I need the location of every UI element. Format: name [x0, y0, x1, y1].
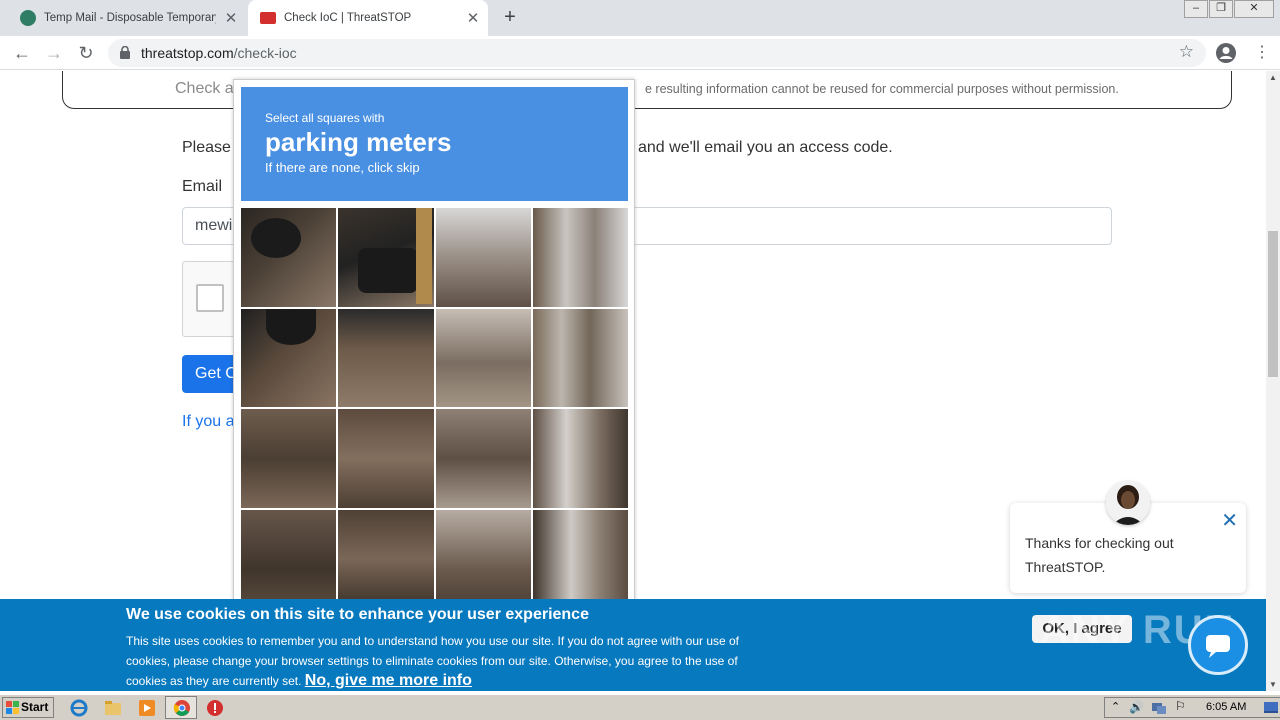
volume-icon[interactable]: 🔊: [1129, 700, 1144, 714]
intro-text-start: Please: [182, 139, 231, 156]
captcha-hint: If there are none, click skip: [265, 160, 420, 175]
forward-arrow-icon[interactable]: →: [42, 41, 66, 65]
captcha-instruction: Select all squares with: [265, 111, 385, 125]
captcha-tile[interactable]: [241, 308, 337, 407]
tab-temp-mail[interactable]: Temp Mail - Disposable Temporary E ✕: [8, 0, 246, 36]
close-tab-icon[interactable]: ✕: [222, 9, 240, 27]
scroll-down-icon[interactable]: ▼: [1269, 680, 1277, 689]
internet-explorer-icon[interactable]: [70, 699, 88, 717]
captcha-tile[interactable]: [532, 409, 628, 508]
tray-expand-icon[interactable]: ⌃: [1111, 700, 1120, 713]
network-icon[interactable]: [1151, 701, 1167, 715]
cookie-title: We use cookies on this site to enhance y…: [126, 606, 589, 623]
captcha-tile[interactable]: [338, 208, 434, 307]
captcha-tile[interactable]: [241, 409, 337, 508]
file-explorer-icon[interactable]: [104, 699, 122, 717]
captcha-tile[interactable]: [241, 208, 337, 307]
chrome-icon: [173, 700, 190, 716]
minimize-icon[interactable]: –: [1184, 0, 1208, 18]
captcha-tile[interactable]: [338, 308, 434, 407]
browser-menu-icon[interactable]: ⋮: [1250, 41, 1274, 65]
cookie-text: This site uses cookies to remember you a…: [126, 634, 740, 689]
captcha-tile[interactable]: [435, 409, 531, 508]
recaptcha-checkbox[interactable]: [196, 284, 224, 312]
threatstop-favicon-icon: [260, 12, 276, 24]
start-button[interactable]: Start: [2, 697, 54, 718]
page-scrollbar[interactable]: ▲ ▼: [1266, 71, 1280, 691]
more-info-link[interactable]: No, give me more info: [305, 672, 472, 689]
captcha-tile[interactable]: [435, 509, 531, 608]
close-tab-icon[interactable]: ✕: [464, 9, 482, 27]
page-content: Check a e resulting information cannot b…: [0, 71, 1266, 691]
captcha-tile[interactable]: [532, 208, 628, 307]
show-desktop-icon[interactable]: [1263, 701, 1279, 715]
action-center-flag-icon[interactable]: ⚐: [1175, 699, 1186, 713]
notice-text-end: e resulting information cannot be reused…: [645, 82, 1119, 96]
reload-icon[interactable]: ↻: [74, 41, 98, 65]
scrollbar-thumb[interactable]: [1268, 231, 1278, 377]
captcha-tile[interactable]: [532, 509, 628, 608]
lock-icon: [120, 46, 130, 59]
agent-photo-icon: [1106, 481, 1150, 525]
tab-title: Check IoC | ThreatSTOP: [284, 12, 412, 24]
captcha-header: Select all squares with parking meters I…: [241, 87, 628, 201]
taskbar-chrome-button[interactable]: [165, 696, 197, 719]
captcha-image-grid: [241, 208, 628, 608]
email-label: Email: [182, 178, 223, 195]
scroll-up-icon[interactable]: ▲: [1269, 73, 1277, 82]
new-tab-button[interactable]: +: [498, 6, 522, 30]
captcha-tile[interactable]: [435, 308, 531, 407]
close-icon[interactable]: ✕: [1221, 511, 1238, 531]
browser-toolbar: ← → ↻ threatstop.com/check-ioc ☆ ⋮: [0, 36, 1280, 70]
temp-mail-favicon-icon: [20, 10, 36, 26]
clock: 6:05 AM: [1206, 701, 1247, 713]
chat-launcher-button[interactable]: [1188, 615, 1248, 675]
captcha-tile[interactable]: [338, 409, 434, 508]
intro-text-end: and we'll email you an access code.: [638, 139, 893, 156]
os-taskbar: Start ⌃ 🔊 ⚐ 6:05 AM: [0, 694, 1280, 720]
bookmark-star-icon[interactable]: ☆: [1179, 42, 1194, 62]
chat-message: Thanks for checking out ThreatSTOP.: [1025, 535, 1174, 575]
windows-logo-icon: [6, 701, 19, 714]
chat-bubble-icon: [1206, 635, 1230, 658]
address-bar[interactable]: threatstop.com/check-ioc ☆: [108, 39, 1206, 67]
notice-text-start: Check a: [175, 80, 234, 97]
restore-icon[interactable]: ❐: [1209, 0, 1233, 18]
warning-stop-icon[interactable]: [206, 699, 224, 717]
back-arrow-icon[interactable]: ←: [10, 41, 34, 65]
avatar: [1106, 481, 1150, 525]
tab-title: Temp Mail - Disposable Temporary E: [44, 12, 216, 24]
captcha-target: parking meters: [265, 127, 452, 157]
captcha-tile[interactable]: [435, 208, 531, 307]
url-text: threatstop.com/check-ioc: [141, 45, 297, 61]
captcha-tile[interactable]: [338, 509, 434, 608]
system-tray: ⌃ 🔊 ⚐ 6:05 AM: [1104, 697, 1280, 718]
browser-tab-strip: Temp Mail - Disposable Temporary E ✕ Che…: [0, 0, 1280, 36]
media-player-icon[interactable]: [138, 699, 156, 717]
profile-avatar-icon[interactable]: [1215, 42, 1237, 64]
access-code-link[interactable]: If you al: [182, 413, 238, 431]
close-window-icon[interactable]: ✕: [1234, 0, 1274, 18]
tab-check-ioc[interactable]: Check IoC | ThreatSTOP ✕: [248, 0, 488, 36]
captcha-tile[interactable]: [532, 308, 628, 407]
captcha-tile[interactable]: [241, 509, 337, 608]
